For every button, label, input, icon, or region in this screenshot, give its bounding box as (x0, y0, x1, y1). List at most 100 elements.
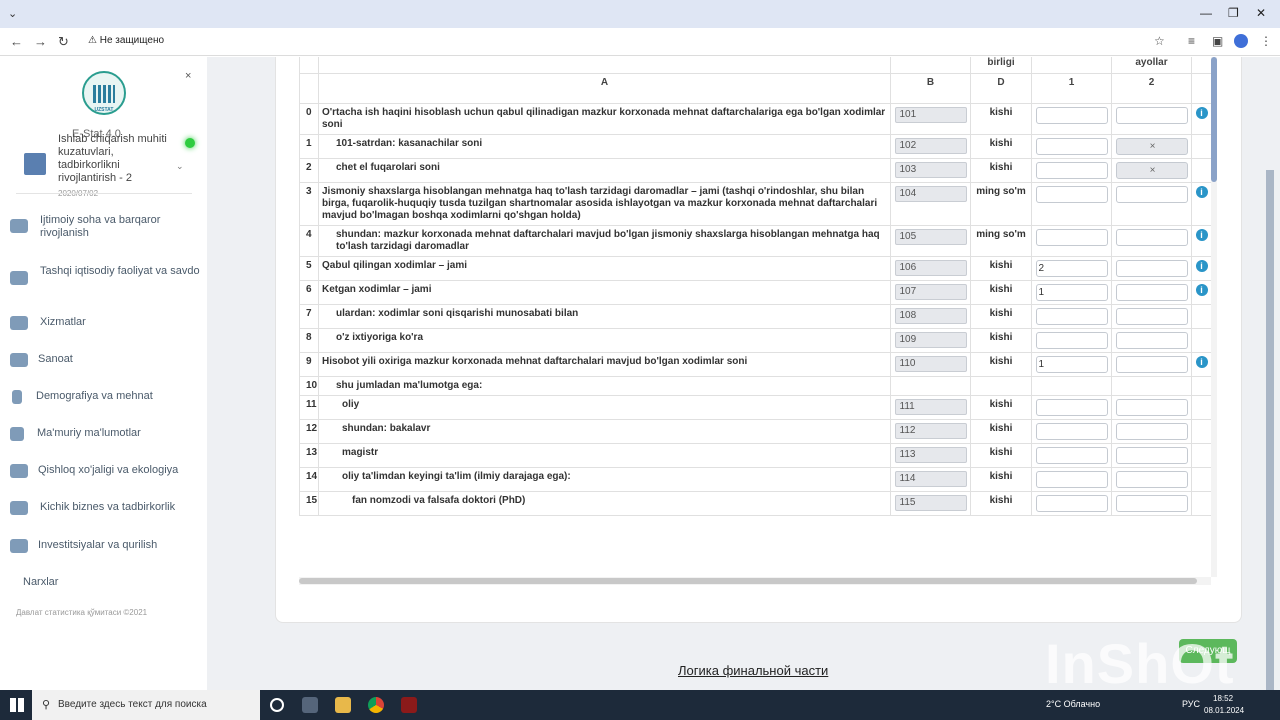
table-row: 2 chet el fuqarolari soni 103 kishi × (299, 157, 1211, 183)
value-input-col1[interactable]: 1 (1035, 283, 1108, 301)
cortana-icon[interactable] (270, 698, 284, 712)
value-input-col2[interactable] (1115, 106, 1188, 124)
value-input-col1[interactable] (1035, 228, 1108, 246)
forward-arrow-icon[interactable]: → (34, 34, 47, 49)
value-input-col1[interactable] (1035, 161, 1108, 179)
table-row: 8 o'z ixtiyoriga ko'ra 109 kishi (299, 327, 1211, 353)
value-input-col1[interactable] (1035, 185, 1108, 203)
info-icon[interactable]: i (1195, 283, 1208, 296)
value-input-col2[interactable] (1115, 259, 1188, 277)
tools-icon (10, 539, 28, 553)
back-arrow-icon[interactable]: ← (10, 34, 23, 49)
sidebar-item-demography[interactable]: Demografiya va mehnat (0, 390, 207, 406)
file-explorer-icon[interactable] (335, 697, 351, 713)
value-input-col2[interactable] (1115, 307, 1188, 325)
value-input-col1[interactable] (1035, 398, 1108, 416)
info-icon[interactable]: i (1195, 259, 1208, 272)
row-unit: kishi (970, 490, 1032, 516)
scrollbar-thumb[interactable] (1211, 57, 1217, 182)
value-input-col1[interactable]: 2 (1035, 259, 1108, 277)
column-header-b: B (890, 72, 971, 104)
current-form-title[interactable]: Ishlab chiqarish muhiti kuzatuvlari, tad… (58, 133, 174, 185)
value-input-col1[interactable] (1035, 137, 1108, 155)
clock-time[interactable]: 18:52 (1213, 694, 1233, 703)
security-indicator[interactable]: ⚠ Не защищено (88, 35, 164, 46)
value-input-col2[interactable] (1115, 470, 1188, 488)
task-view-icon[interactable] (302, 697, 318, 713)
profile-avatar[interactable] (1234, 34, 1248, 48)
sidepanel-icon[interactable]: ▣ (1212, 34, 1223, 48)
sidebar-item-small-business[interactable]: Kichik biznes va tadbirkorlik (0, 501, 207, 517)
sidebar-item-social[interactable]: Ijtimoiy soha va barqaror rivojlanish (0, 214, 207, 242)
info-icon[interactable]: i (1195, 228, 1208, 241)
url-field[interactable] (80, 32, 1140, 52)
value-input-col2[interactable] (1115, 283, 1188, 301)
row-description: shundan: bakalavr (318, 418, 891, 444)
info-icon[interactable]: i (1195, 185, 1208, 198)
clock-date[interactable]: 08.01.2024 (1204, 706, 1244, 715)
sidebar-item-prices[interactable]: Narxlar (0, 576, 207, 592)
value-input-col1[interactable] (1035, 446, 1108, 464)
row-description: 101-satrdan: kasanachilar soni (318, 133, 891, 159)
row-unit: kishi (970, 442, 1032, 468)
row-code: 104 (894, 185, 967, 202)
taskbar-search-box[interactable]: ⚲ Введите здесь текст для поиска (32, 690, 260, 720)
value-input-col2[interactable] (1115, 228, 1188, 246)
chrome-icon[interactable] (368, 697, 384, 713)
sidebar-item-trade[interactable]: Tashqi iqtisodiy faoliyat va savdo (0, 265, 207, 293)
reload-icon[interactable]: ↻ (58, 34, 69, 50)
form-table-scroll[interactable]: birligi ayollar A B D 1 2 0 O'rtacha ish … (299, 57, 1211, 577)
row-code: 103 (894, 161, 967, 178)
value-input-col2[interactable] (1115, 185, 1188, 203)
value-input-col1[interactable] (1035, 422, 1108, 440)
value-input-col2[interactable] (1115, 355, 1188, 373)
value-input-col2[interactable] (1115, 331, 1188, 349)
paint-roller-icon (10, 427, 24, 441)
language-indicator[interactable]: РУС (1182, 699, 1200, 709)
restore-button[interactable]: ❐ (1228, 6, 1239, 20)
tab-search-chevron-icon[interactable]: ⌄ (8, 7, 17, 20)
sidebar-item-agriculture[interactable]: Qishloq xo'jaligi va ekologiya (0, 464, 207, 480)
row-number: 10 (299, 375, 319, 396)
sidebar-item-label: Sanoat (38, 353, 73, 365)
windows-start-icon[interactable] (10, 698, 24, 712)
minimize-button[interactable]: — (1200, 6, 1212, 20)
sidebar-item-industry[interactable]: Sanoat (0, 353, 207, 369)
sidebar-item-label: Investitsiyalar va qurilish (38, 539, 158, 551)
close-window-button[interactable]: ✕ (1256, 6, 1266, 20)
scrollbar-thumb[interactable] (299, 578, 1197, 584)
table-vertical-scrollbar[interactable] (1211, 57, 1217, 577)
value-input-col1[interactable] (1035, 494, 1108, 512)
sidebar-item-investments[interactable]: Investitsiyalar va qurilish (0, 539, 207, 555)
value-input-col2[interactable] (1115, 494, 1188, 512)
table-horizontal-scrollbar[interactable] (299, 577, 1211, 585)
sidebar-item-services[interactable]: Xizmatlar (0, 316, 207, 332)
value-input-col2[interactable] (1115, 446, 1188, 464)
leaf-icon (10, 316, 28, 330)
info-icon[interactable]: i (1195, 106, 1208, 119)
value-input-col1[interactable] (1035, 307, 1108, 325)
value-input-col1[interactable] (1035, 470, 1108, 488)
table-row: 11 oliy 111 kishi (299, 394, 1211, 420)
extensions-icon[interactable]: ≡ (1188, 34, 1195, 48)
value-input-col1[interactable] (1035, 331, 1108, 349)
value-input-col2[interactable] (1115, 398, 1188, 416)
row-code: 107 (894, 283, 967, 300)
table-row: 14 oliy ta'limdan keyingi ta'lim (ilmiy d… (299, 466, 1211, 492)
security-label: Не защищено (99, 35, 165, 46)
close-sidebar-button[interactable]: × (185, 70, 191, 82)
value-input-col2[interactable] (1115, 422, 1188, 440)
value-input-col1[interactable]: 1 (1035, 355, 1108, 373)
sidebar-item-label: Ma'muriy ma'lumotlar (37, 427, 141, 439)
chevron-down-icon[interactable]: ⌄ (176, 161, 184, 172)
row-unit: kishi (970, 102, 1032, 135)
info-icon[interactable]: i (1195, 355, 1208, 368)
browser-menu-icon[interactable]: ⋮ (1260, 34, 1272, 48)
weather-text[interactable]: 2°C Облачно (1046, 699, 1100, 709)
bookmark-star-icon[interactable]: ☆ (1154, 34, 1165, 48)
acrobat-icon[interactable] (401, 697, 417, 713)
final-part-logic-link[interactable]: Логика финальной части (678, 663, 828, 678)
sidebar-item-admin-data[interactable]: Ma'muriy ma'lumotlar (0, 427, 207, 443)
value-input-col1[interactable] (1035, 106, 1108, 124)
page-scrollbar[interactable] (1266, 170, 1274, 690)
